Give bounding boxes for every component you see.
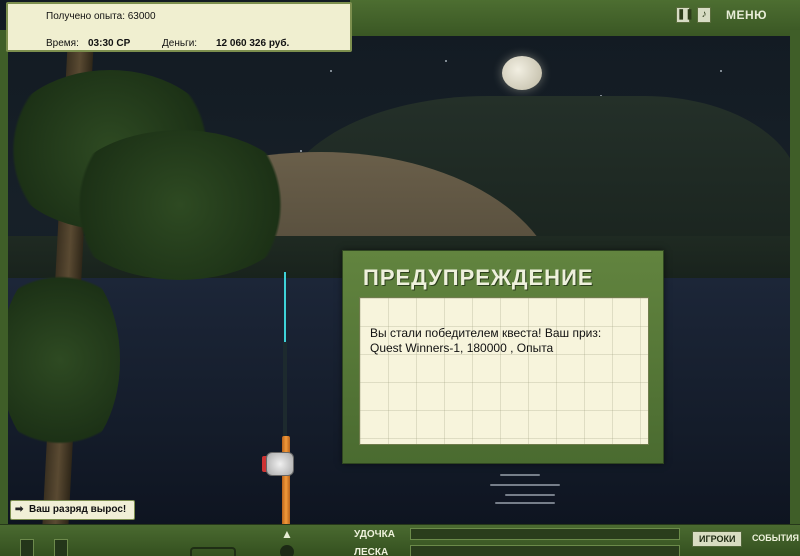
time-label: Время: <box>46 38 79 49</box>
dialog-message-line: Вы стали победителем квеста! Ваш приз: <box>370 326 602 340</box>
money-value: 12 060 326 руб. <box>216 38 290 49</box>
money-label: Деньги: <box>162 38 198 49</box>
inventory-slot[interactable] <box>20 539 34 556</box>
right-frame <box>790 30 800 530</box>
notification-text: Ваш разряд вырос! <box>29 504 127 515</box>
dialog-title: ПРЕДУПРЕЖДЕНИЕ <box>363 265 594 290</box>
fishing-reel[interactable] <box>266 452 294 476</box>
moon <box>502 56 542 90</box>
players-button[interactable]: ИГРОКИ <box>692 531 743 547</box>
rank-up-notification[interactable]: ➡ Ваш разряд вырос! <box>10 500 136 520</box>
rod-tension-meter <box>410 528 680 540</box>
compass-arrow-icon: ▲ <box>281 527 293 541</box>
dialog-message-line: Quest Winners-1, 180000 , Опыта <box>370 341 554 355</box>
pause-icon[interactable]: ❚❚ <box>676 7 694 23</box>
pine-foliage <box>0 260 120 460</box>
arrow-right-icon: ➡ <box>15 504 24 515</box>
bottom-toolbar: ▲ УДОЧКА ЛЕСКА ИГРОКИ СОБЫТИЯ <box>0 524 800 556</box>
fishing-line <box>284 272 286 342</box>
fishing-rod[interactable] <box>283 342 287 442</box>
sound-icon[interactable]: ♪ <box>697 7 711 23</box>
left-frame <box>0 30 8 530</box>
time-value: 03:30 СР <box>88 38 131 49</box>
warning-dialog[interactable]: ПРЕДУПРЕЖДЕНИЕ Вы стали победителем квес… <box>342 250 664 464</box>
rod-meter-label: УДОЧКА <box>354 529 395 540</box>
menu-button[interactable]: МЕНЮ <box>726 8 767 22</box>
xp-gained: Получено опыта: 63000 <box>46 11 156 22</box>
compass-icon[interactable] <box>280 545 294 556</box>
status-panel: Получено опыта: 63000 Время: 03:30 СР Де… <box>6 2 352 52</box>
pine-foliage <box>60 130 300 280</box>
line-meter-label: ЛЕСКА <box>354 547 389 556</box>
tackle-box-icon[interactable] <box>190 547 236 556</box>
rod-handle[interactable] <box>282 436 290 528</box>
dialog-message: Вы стали победителем квеста! Ваш приз: Q… <box>359 297 649 445</box>
line-tension-meter <box>410 545 680 556</box>
inventory-slot[interactable] <box>54 539 68 556</box>
events-button[interactable]: СОБЫТИЯ <box>752 533 799 543</box>
